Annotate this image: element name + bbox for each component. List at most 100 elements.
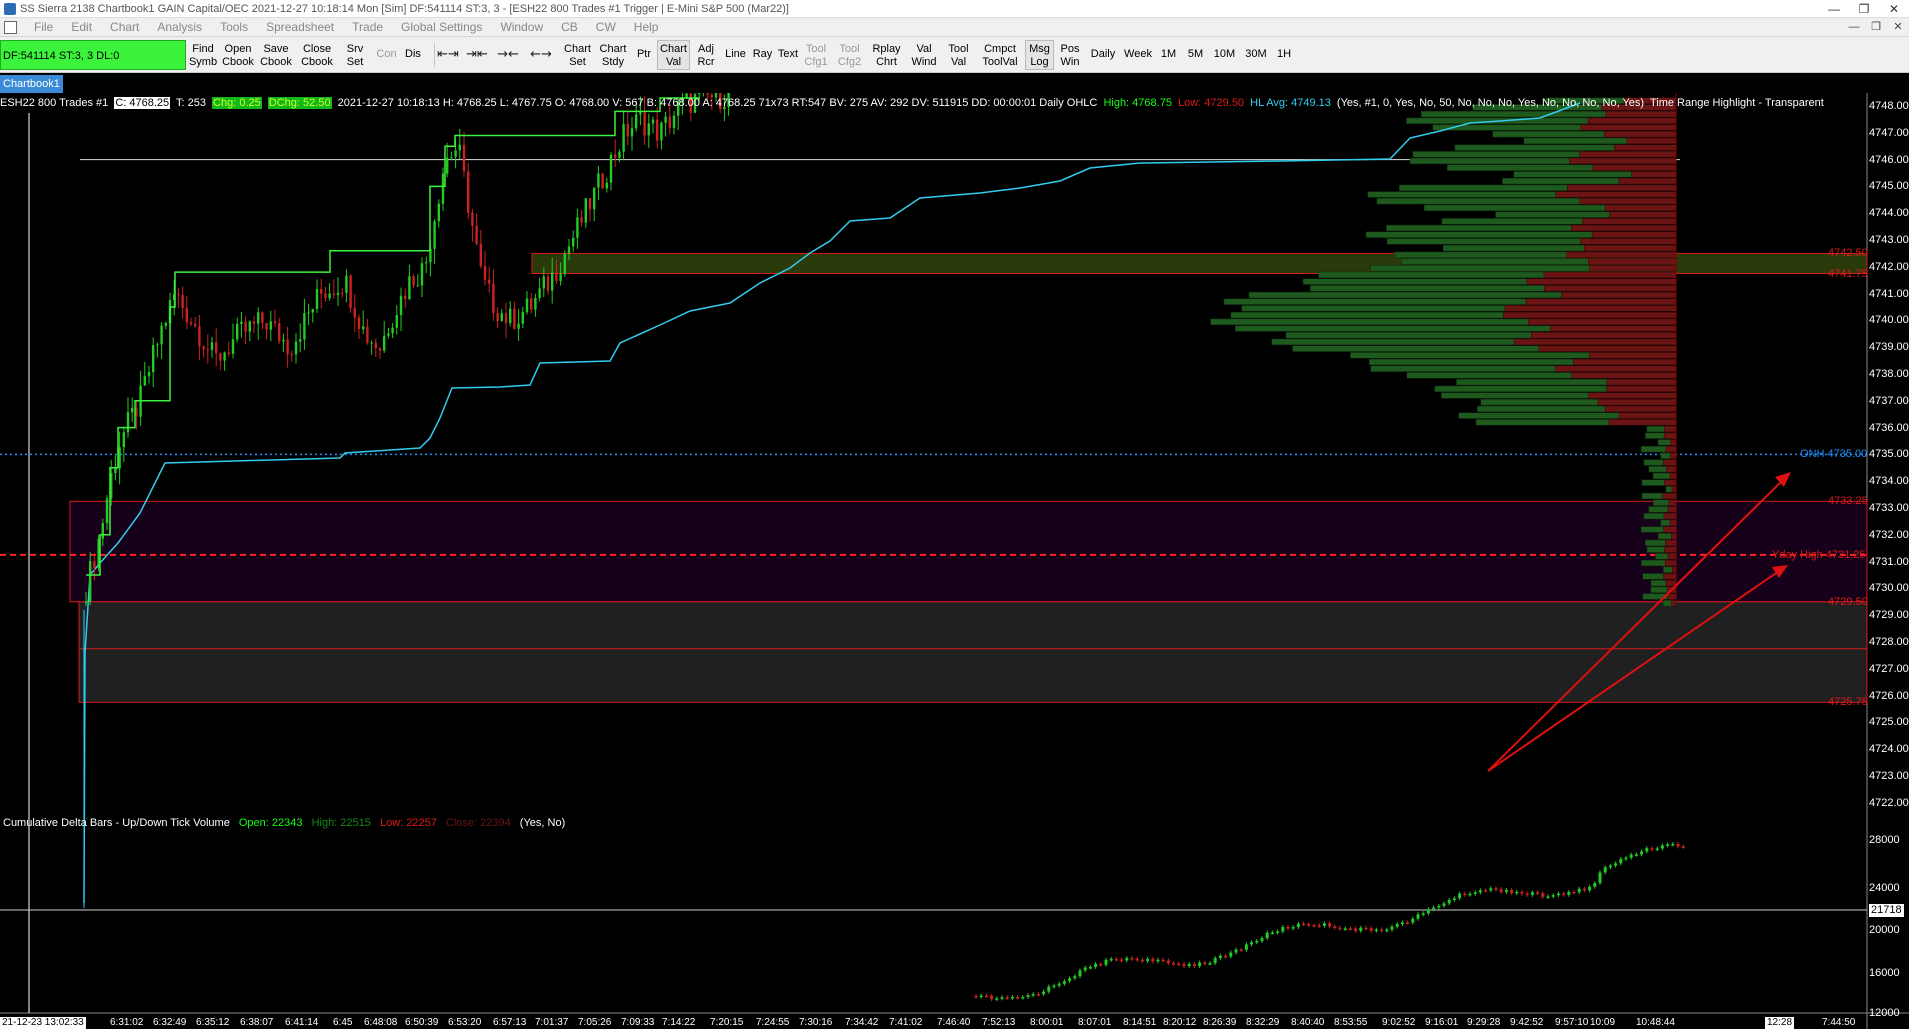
delta-bar-body: [1083, 967, 1087, 971]
price-candle-body: [441, 173, 445, 204]
menu-cw[interactable]: CW: [587, 18, 625, 37]
menu-edit[interactable]: Edit: [62, 18, 101, 37]
delta-study-name: Cumulative Delta Bars - Up/Down Tick Vol…: [3, 817, 230, 829]
expand-bars-icon[interactable]: ←→: [530, 45, 552, 65]
delta-bar-body: [1608, 865, 1612, 868]
delta-bar-body: [1395, 924, 1399, 927]
price-axis-tick: 4736.00: [1869, 421, 1909, 434]
connection-status[interactable]: DF:541114 ST:3, 3 DL:0: [0, 40, 186, 70]
toolbar-button-save-cbook[interactable]: Save Cbook: [256, 40, 296, 70]
toolbar-button-adj-rcr[interactable]: Adj Rcr: [692, 40, 720, 70]
delta-bar-body: [1562, 893, 1566, 896]
menu-trade[interactable]: Trade: [343, 18, 392, 37]
tab-chartbook1[interactable]: Chartbook1: [0, 75, 63, 93]
menu-file[interactable]: File: [25, 18, 62, 37]
toolbar-button-line[interactable]: Line: [722, 40, 749, 70]
chart-canvas[interactable]: [0, 93, 1909, 1029]
delta-bar-body: [1234, 949, 1238, 953]
delta-low: Low: 22257: [379, 817, 437, 829]
toolbar-button-cmpct-toolval[interactable]: Cmpct ToolVal: [976, 40, 1024, 70]
toolbar-button-ptr[interactable]: Ptr: [633, 40, 655, 70]
toolbar-button-tool-cfg1[interactable]: Tool Cfg1: [801, 40, 831, 70]
volume-profile-bid-bar: [1580, 238, 1677, 245]
toolbar-button-rplay-chrt[interactable]: Rplay Chrt: [868, 40, 905, 70]
delta-bar-body: [1307, 924, 1311, 926]
close-icon[interactable]: ✕: [1879, 0, 1909, 18]
toolbar-button-con[interactable]: Con: [373, 40, 400, 70]
toolbar-button-find-symb[interactable]: Find Symb: [186, 40, 220, 70]
toolbar-button-dis[interactable]: Dis: [400, 40, 426, 70]
toolbar-button-chart-stdy[interactable]: Chart Stdy: [595, 40, 631, 70]
menu-cb[interactable]: CB: [552, 18, 587, 37]
delta-bar-body: [1218, 955, 1222, 959]
delta-bar-body: [1088, 966, 1092, 969]
volume-profile-ask-bar: [1248, 291, 1562, 299]
toolbar-button-week[interactable]: Week: [1121, 40, 1155, 70]
volume-profile-ask-bar: [1645, 539, 1666, 547]
price-candle-body: [114, 468, 117, 473]
toolbar-button-pos-win[interactable]: Pos Win: [1056, 40, 1084, 70]
menu-spreadsheet[interactable]: Spreadsheet: [257, 18, 343, 37]
maximize-icon[interactable]: ❐: [1849, 0, 1879, 18]
toolbar-button-srv-set[interactable]: Srv Set: [339, 40, 371, 70]
toolbar-button-tool-val[interactable]: Tool Val: [943, 40, 974, 70]
price-candle-body: [391, 327, 394, 334]
price-candle-body: [328, 293, 331, 299]
toolbar-button-ray[interactable]: Ray: [751, 40, 774, 70]
price-candle-body: [244, 321, 247, 332]
volume-profile-ask-bar: [1495, 211, 1610, 218]
toolbar-button-open-cbook[interactable]: Open Cbook: [220, 40, 256, 70]
time-axis-tick: 7:01:37: [535, 1017, 569, 1028]
price-candle-body: [609, 154, 613, 183]
toolbar-button-10m[interactable]: 10M: [1210, 40, 1239, 70]
bar-info: 2021-12-27 10:18:13 H: 4768.25 L: 4767.7…: [337, 97, 1098, 109]
volume-profile-ask-bar: [1420, 110, 1607, 118]
volume-profile-bid-bar: [1665, 579, 1677, 587]
price-candle-body: [446, 157, 449, 174]
mdi-restore-icon[interactable]: ❐: [1865, 18, 1887, 37]
time-axis-tick: 10:48:44: [1636, 1017, 1675, 1028]
toolbar-button-5m[interactable]: 5M: [1183, 40, 1208, 70]
toolbar-button-daily[interactable]: Daily: [1087, 40, 1119, 70]
document-icon[interactable]: [4, 20, 17, 34]
mdi-minimize-icon[interactable]: —: [1843, 18, 1865, 37]
price-candle-body: [618, 151, 621, 158]
price-candle-body: [122, 432, 125, 448]
minimize-icon[interactable]: —: [1819, 0, 1849, 18]
menu-analysis[interactable]: Analysis: [148, 18, 211, 37]
volume-profile-ask-bar: [1646, 546, 1665, 553]
price-candle-body: [412, 276, 415, 286]
delta-bar-body: [1036, 994, 1040, 996]
menu-chart[interactable]: Chart: [101, 18, 148, 37]
price-candle-body: [530, 298, 533, 310]
toolbar-button-30m[interactable]: 30M: [1241, 40, 1271, 70]
toolbar-button-close-cbook[interactable]: Close Cbook: [297, 40, 337, 70]
toolbar-button-1h[interactable]: 1H: [1273, 40, 1295, 70]
menu-help[interactable]: Help: [625, 18, 668, 37]
zoom-out-horizontal-icon[interactable]: ⇥⇤: [466, 45, 488, 65]
menu-tools[interactable]: Tools: [211, 18, 257, 37]
toolbar-button-msg-log[interactable]: Msg Log: [1025, 40, 1054, 70]
mdi-close-icon[interactable]: ✕: [1887, 18, 1909, 37]
volume-profile-ask-bar: [1643, 512, 1665, 520]
volume-profile-ask-bar: [1386, 224, 1572, 232]
toolbar-button-chart-val[interactable]: Chart Val: [657, 40, 690, 70]
toolbar-button-1m[interactable]: 1M: [1156, 40, 1181, 70]
volume-profile-bid-bar: [1667, 553, 1677, 560]
volume-profile-ask-bar: [1369, 358, 1574, 366]
price-candle-body: [597, 173, 600, 188]
price-candle-body: [534, 297, 537, 310]
toolbar-button-tool-cfg2[interactable]: Tool Cfg2: [833, 40, 866, 70]
price-chart[interactable]: ESH22 800 Trades #1 C: 4768.25 T: 253 Ch…: [0, 93, 1909, 1029]
toolbar-button-val-wind[interactable]: Val Wind: [907, 40, 941, 70]
price-candle-body: [425, 262, 428, 264]
volume-profile-bid-bar: [1571, 224, 1677, 232]
compress-bars-icon[interactable]: →←: [497, 45, 519, 65]
price-candle-body: [202, 346, 205, 350]
toolbar-button-text[interactable]: Text: [775, 40, 801, 70]
delta-bar-body: [1447, 899, 1451, 904]
menu-window[interactable]: Window: [491, 18, 552, 37]
toolbar-button-chart-set[interactable]: Chart Set: [561, 40, 594, 70]
zoom-in-horizontal-icon[interactable]: ⇤⇥: [437, 45, 459, 65]
menu-global-settings[interactable]: Global Settings: [392, 18, 491, 37]
